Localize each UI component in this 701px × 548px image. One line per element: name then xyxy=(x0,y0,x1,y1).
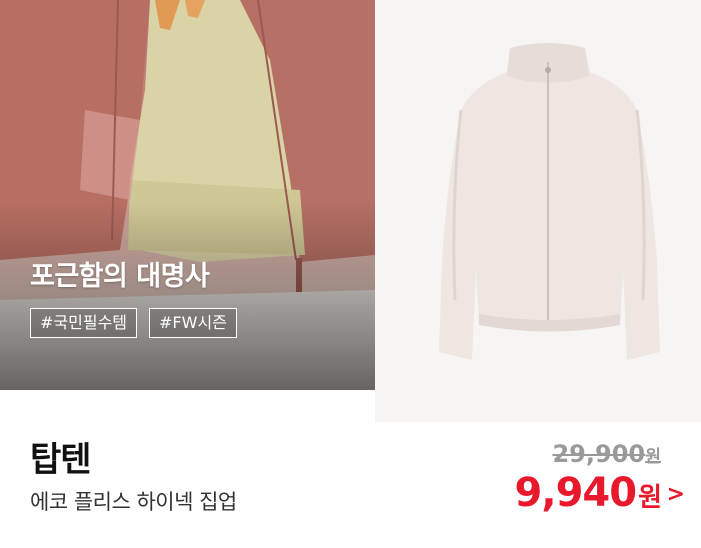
original-price-value: 29,900 xyxy=(552,440,646,468)
original-price-unit: 원 xyxy=(645,447,661,467)
product-name[interactable]: 에코 플리스 하이넥 집업 xyxy=(30,486,237,516)
product-card[interactable]: 포근함의 대명사 #국민필수템 #FW시즌 탑텐 에코 플리스 하이넥 집업 2… xyxy=(0,0,701,548)
chevron-right-icon[interactable]: > xyxy=(667,482,685,507)
product-photo xyxy=(375,0,701,422)
sale-price-unit: 원 xyxy=(638,483,662,513)
sale-price-value: 9,940 xyxy=(514,470,638,516)
tag-item[interactable]: #국민필수템 xyxy=(30,308,138,338)
fleece-jacket-illustration xyxy=(439,43,660,360)
sale-price: 9,940원 xyxy=(514,470,662,516)
photo-gradient-overlay xyxy=(0,200,375,390)
promo-headline: 포근함의 대명사 xyxy=(30,261,210,292)
tag-item[interactable]: #FW시즌 xyxy=(149,308,237,338)
lifestyle-photo: 포근함의 대명사 #국민필수템 #FW시즌 xyxy=(0,0,375,390)
original-price: 29,900원 xyxy=(552,440,661,468)
tag-list: #국민필수템 #FW시즌 xyxy=(30,308,237,338)
brand-name: 탑텐 xyxy=(30,440,92,480)
